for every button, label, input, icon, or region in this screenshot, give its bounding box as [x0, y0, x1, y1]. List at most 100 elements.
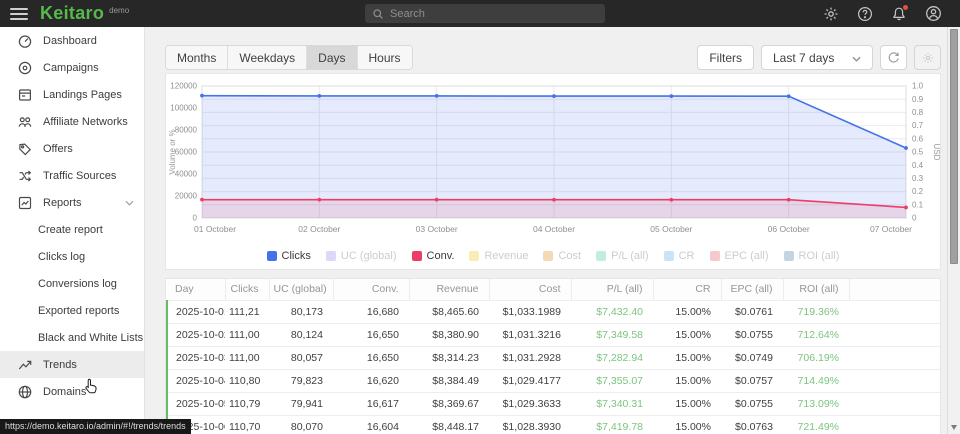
sidebar-item-label: Create report: [38, 224, 103, 236]
column-header-cr[interactable]: CR: [653, 279, 721, 300]
help-icon[interactable]: [856, 5, 874, 23]
sidebar-item-label: Reports: [43, 197, 82, 209]
sidebar-item-reports[interactable]: Reports: [0, 189, 144, 216]
table-row[interactable]: 2025-10-01111,2180,17316,680$8,465.60$1,…: [167, 300, 940, 323]
table-row[interactable]: 2025-10-04110,8079,82316,620$8,384.49$1,…: [167, 369, 940, 392]
column-header-epc-all[interactable]: EPC (all): [721, 279, 783, 300]
sidebar-item-campaigns[interactable]: Campaigns: [0, 54, 144, 81]
legend-label: Cost: [558, 250, 581, 262]
sidebar-item-landings-pages[interactable]: Landings Pages: [0, 81, 144, 108]
column-header-conv[interactable]: Conv.: [333, 279, 409, 300]
column-header-p-l-all[interactable]: P/L (all): [571, 279, 653, 300]
filters-button[interactable]: Filters: [697, 45, 754, 70]
page-scrollbar[interactable]: [947, 27, 960, 434]
legend-item-cr[interactable]: CR: [664, 250, 695, 262]
sidebar-item-trends[interactable]: Trends: [0, 351, 144, 378]
legend-item-clicks[interactable]: Clicks: [267, 250, 311, 262]
cell-conv: 16,650: [333, 346, 409, 369]
sidebar-item-black-and-white-lists[interactable]: Black and White Lists: [0, 324, 144, 351]
cell-p-l-all: $7,349.58: [571, 323, 653, 346]
sidebar-item-clicks-log[interactable]: Clicks log: [0, 243, 144, 270]
column-header-clicks[interactable]: Clicks: [225, 279, 269, 300]
cell-revenue: $8,380.90: [409, 323, 489, 346]
table-row[interactable]: 2025-10-05110,7979,94116,617$8,369.67$1,…: [167, 392, 940, 415]
sidebar-item-dashboard[interactable]: Dashboard: [0, 27, 144, 54]
legend-item-conv[interactable]: Conv.: [412, 250, 455, 262]
legend-label: UC (global): [341, 250, 397, 262]
cell-day: 2025-10-01: [167, 300, 225, 323]
cell-conv: 16,650: [333, 323, 409, 346]
sidebar-item-offers[interactable]: Offers: [0, 135, 144, 162]
search-bar[interactable]: [365, 4, 605, 23]
menu-icon[interactable]: [10, 8, 28, 20]
search-input[interactable]: [390, 8, 598, 20]
trends-chart[interactable]: 00.10.20.30.40.50.60.70.80.91.0020000400…: [166, 78, 940, 245]
sidebar-item-affiliate-networks[interactable]: Affiliate Networks: [0, 108, 144, 135]
legend-label: P/L (all): [611, 250, 649, 262]
cell-cr: 15.00%: [653, 346, 721, 369]
sidebar-item-label: Clicks log: [38, 251, 85, 263]
sidebar-item-conversions-log[interactable]: Conversions log: [0, 270, 144, 297]
scrollbar-thumb[interactable]: [950, 29, 958, 264]
sidebar-item-create-report[interactable]: Create report: [0, 216, 144, 243]
svg-text:0.1: 0.1: [912, 200, 924, 209]
sidebar-item-label: Traffic Sources: [43, 170, 116, 182]
date-range-select[interactable]: Last 7 days: [761, 45, 873, 70]
status-url-tooltip: https://demo.keitaro.io/admin/#!/trends/…: [0, 419, 191, 434]
sidebar-item-label: Domains: [43, 386, 86, 398]
scrollbar-down-arrow[interactable]: [951, 425, 957, 430]
tab-days[interactable]: Days: [306, 46, 356, 69]
sidebar-item-label: Trends: [43, 359, 77, 371]
legend-item-roi-all[interactable]: ROI (all): [784, 250, 840, 262]
app-logo[interactable]: Keitaro: [40, 3, 104, 24]
legend-item-cost[interactable]: Cost: [543, 250, 581, 262]
traffic-icon: [17, 168, 33, 184]
tab-hours[interactable]: Hours: [357, 46, 412, 69]
sidebar-item-traffic-sources[interactable]: Traffic Sources: [0, 162, 144, 189]
column-header-roi-all[interactable]: ROI (all): [783, 279, 849, 300]
table-row[interactable]: 2025-10-06110,7080,07016,604$8,448.17$1,…: [167, 415, 940, 434]
legend-item-epc-all[interactable]: EPC (all): [710, 250, 769, 262]
cell-uc-global: 80,057: [269, 346, 333, 369]
svg-text:0: 0: [193, 214, 198, 223]
column-header-day[interactable]: Day: [167, 279, 225, 300]
settings-icon[interactable]: [822, 5, 840, 23]
sidebar-item-exported-reports[interactable]: Exported reports: [0, 297, 144, 324]
cell-conv: 16,620: [333, 369, 409, 392]
cell-cost: $1,029.3633: [489, 392, 571, 415]
refresh-button[interactable]: [880, 45, 907, 70]
column-header-uc-global[interactable]: UC (global): [269, 279, 333, 300]
offers-icon: [17, 141, 33, 157]
account-icon[interactable]: [924, 5, 942, 23]
tab-months[interactable]: Months: [166, 46, 227, 69]
trends-icon: [17, 357, 33, 373]
table-row[interactable]: 2025-10-03111,0080,05716,650$8,314.23$1,…: [167, 346, 940, 369]
report-settings-button[interactable]: [914, 45, 941, 70]
cell-uc-global: 80,124: [269, 323, 333, 346]
tab-weekdays[interactable]: Weekdays: [227, 46, 306, 69]
legend-swatch: [412, 251, 422, 261]
legend-item-p-l-all[interactable]: P/L (all): [596, 250, 649, 262]
cell-cr: 15.00%: [653, 392, 721, 415]
svg-text:80000: 80000: [175, 126, 198, 135]
legend-swatch: [267, 251, 277, 261]
legend-item-uc-global[interactable]: UC (global): [326, 250, 397, 262]
domains-icon: [17, 384, 33, 400]
sidebar-item-label: Dashboard: [43, 35, 97, 47]
column-header-cost[interactable]: Cost: [489, 279, 571, 300]
campaigns-icon: [17, 60, 33, 76]
legend-label: Conv.: [427, 250, 455, 262]
cell-filler: [849, 415, 940, 434]
legend-label: CR: [679, 250, 695, 262]
trends-chart-card: 00.10.20.30.40.50.60.70.80.91.0020000400…: [165, 73, 941, 270]
sidebar-item-label: Exported reports: [38, 305, 119, 317]
legend-item-revenue[interactable]: Revenue: [469, 250, 528, 262]
notifications-icon[interactable]: [890, 5, 908, 23]
sidebar-item-domains[interactable]: Domains: [0, 378, 144, 405]
column-header-revenue[interactable]: Revenue: [409, 279, 489, 300]
cell-cr: 15.00%: [653, 369, 721, 392]
sidebar-item-label: Landings Pages: [43, 89, 122, 101]
cell-cr: 15.00%: [653, 300, 721, 323]
cell-revenue: $8,465.60: [409, 300, 489, 323]
table-row[interactable]: 2025-10-02111,0080,12416,650$8,380.90$1,…: [167, 323, 940, 346]
